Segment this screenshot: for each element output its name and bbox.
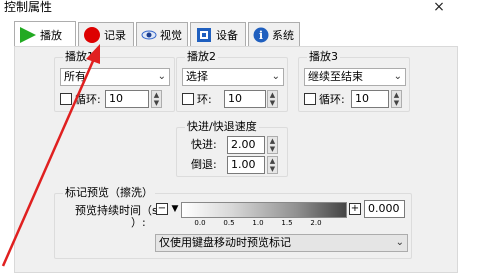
annotation-arrow (1, 44, 100, 267)
